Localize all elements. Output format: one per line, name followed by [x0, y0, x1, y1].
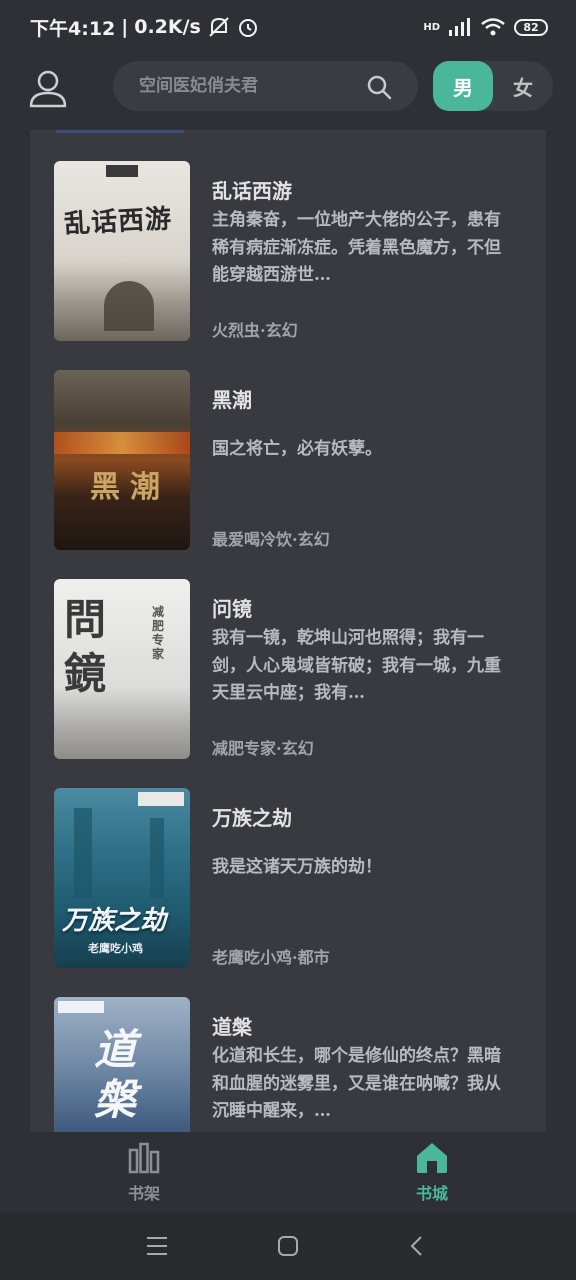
menu-icon[interactable]	[146, 1236, 168, 1256]
home-button-icon[interactable]	[277, 1235, 299, 1257]
publisher-logo	[106, 165, 138, 177]
back-icon[interactable]	[409, 1235, 425, 1257]
user-profile-icon[interactable]	[28, 68, 68, 108]
publisher-logo	[138, 792, 184, 806]
publisher-logo	[58, 1001, 104, 1013]
cover-author: 老鹰吃小鸡	[88, 942, 143, 955]
cover-fire	[54, 432, 190, 454]
home-icon	[417, 1143, 447, 1173]
gender-toggle: 男 女	[433, 61, 553, 111]
top-bar: 男 女	[0, 54, 576, 130]
network-type-label: HD	[423, 21, 440, 33]
tab-female[interactable]: 女	[493, 61, 553, 111]
book-description: 国之将亡，必有妖孽。	[212, 439, 382, 459]
cover-title: 問鏡	[64, 595, 107, 698]
cover-title: 黑潮	[90, 470, 170, 505]
book-author-category: 减肥专家·玄幻	[212, 739, 314, 758]
nav-bookstore-label: 书城	[415, 1184, 448, 1203]
book-list: 乱话西游 乱话西游 主角秦奋，一位地产大佬的公子，患有稀有病症渐冻症。凭着黑色魔…	[30, 130, 546, 1132]
book-cover: 万族之劫 老鹰吃小鸡	[54, 788, 190, 968]
search-bar[interactable]	[113, 61, 418, 111]
cover-author: 减肥专家	[152, 605, 165, 661]
previous-cover-edge	[56, 130, 184, 133]
system-navigation-bar	[0, 1212, 576, 1280]
book-author-category: 老鹰吃小鸡·都市	[212, 948, 330, 967]
book-cover: 乱话西游	[54, 161, 190, 341]
book-item[interactable]: 問鏡 减肥专家 问镜 我有一镜，乾坤山河也照得；我有一剑，人心鬼域皆斩破；我有一…	[30, 579, 546, 759]
battery-indicator: 82	[514, 18, 548, 36]
cover-title: 道槃	[94, 1025, 137, 1124]
nav-bookshelf[interactable]: 书架	[84, 1132, 204, 1212]
cover-title: 乱话西游	[63, 204, 173, 240]
book-description: 我有一镜，乾坤山河也照得；我有一剑，人心鬼域皆斩破；我有一城，九重天里云中座；我…	[212, 628, 501, 703]
book-title: 道槃	[212, 1015, 252, 1039]
cover-building	[150, 818, 164, 898]
bookshelf-icon	[128, 1142, 160, 1174]
tab-male[interactable]: 男	[433, 61, 493, 111]
book-title: 万族之劫	[212, 806, 292, 830]
book-cover: 黑潮	[54, 370, 190, 550]
book-author-category: 火烈虫·玄幻	[212, 321, 298, 340]
book-title: 乱话西游	[212, 179, 292, 203]
status-time: 下午4:12	[30, 17, 116, 40]
cover-building	[74, 808, 92, 898]
status-divider: |	[121, 16, 129, 38]
book-item[interactable]: 黑潮 黑潮 国之将亡，必有妖孽。 最爱喝冷饮·玄幻	[30, 370, 546, 550]
book-description: 主角秦奋，一位地产大佬的公子，患有稀有病症渐冻症。凭着黑色魔方，不但能穿越西游世…	[212, 210, 501, 285]
book-item[interactable]: 乱话西游 乱话西游 主角秦奋，一位地产大佬的公子，患有稀有病症渐冻症。凭着黑色魔…	[30, 161, 546, 341]
book-item[interactable]: 道槃 道槃 化道和长生，哪个是修仙的终点？黑暗和血腥的迷雾里，又是谁在呐喊？我从…	[30, 997, 546, 1132]
cover-figure	[104, 281, 154, 331]
book-title: 问镜	[212, 597, 252, 621]
signal-icon	[449, 18, 470, 36]
mute-icon	[209, 17, 229, 37]
book-description: 我是这诸天万族的劫！	[212, 857, 382, 877]
wifi-icon	[481, 18, 505, 36]
search-input[interactable]	[139, 76, 359, 96]
bottom-navigation: 书架 书城	[0, 1132, 576, 1212]
alarm-icon	[238, 19, 257, 37]
book-cover: 道槃	[54, 997, 190, 1132]
book-cover: 問鏡 减肥专家	[54, 579, 190, 759]
nav-bookstore[interactable]: 书城	[372, 1132, 492, 1212]
book-item[interactable]: 万族之劫 老鹰吃小鸡 万族之劫 我是这诸天万族的劫！ 老鹰吃小鸡·都市	[30, 788, 546, 968]
cover-title: 万族之劫	[62, 906, 167, 936]
nav-bookshelf-label: 书架	[127, 1184, 160, 1203]
book-title: 黑潮	[212, 388, 252, 412]
search-icon[interactable]	[366, 74, 392, 100]
book-description: 化道和长生，哪个是修仙的终点？黑暗和血腥的迷雾里，又是谁在呐喊？我从沉睡中醒来，…	[212, 1046, 501, 1121]
status-bar: 下午4:12 | 0.2K/s HD 82	[0, 0, 576, 54]
book-author-category: 最爱喝冷饮·玄幻	[212, 530, 330, 549]
status-speed: 0.2K/s	[134, 16, 201, 38]
